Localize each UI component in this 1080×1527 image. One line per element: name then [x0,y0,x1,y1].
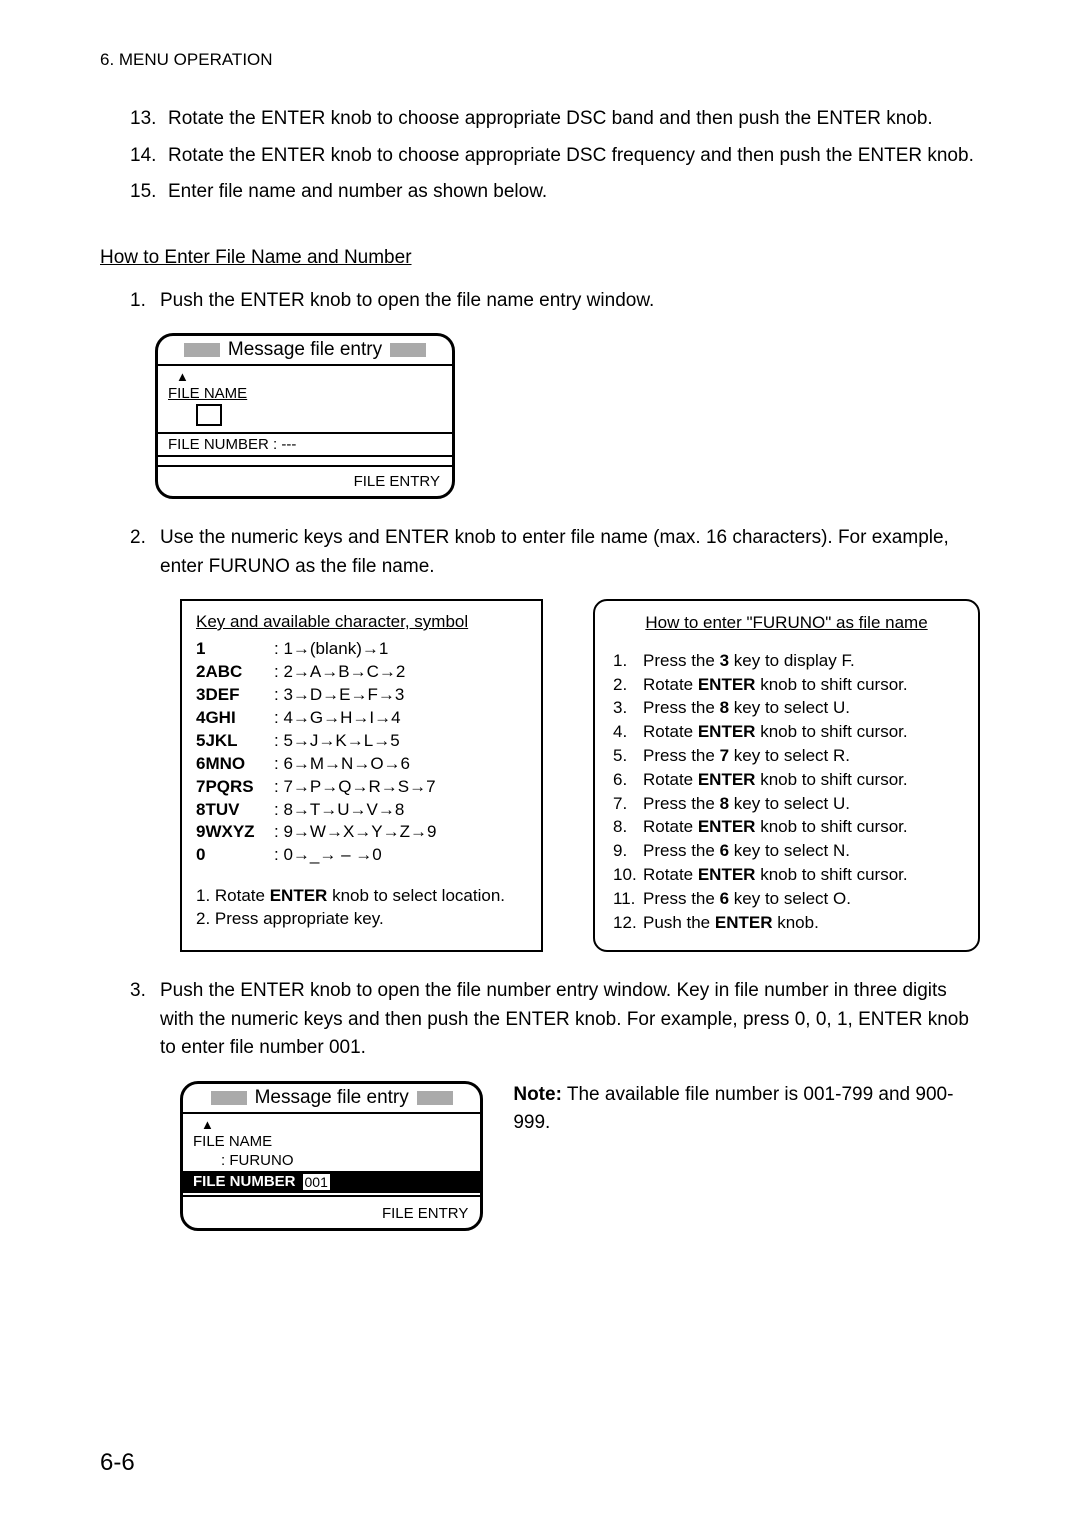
sub-step-number: 2. [130,524,160,581]
page-number: 6-6 [100,1449,135,1477]
sub-step-1: 1. Push the ENTER knob to open the file … [130,287,980,316]
lcd-title: Message file entry [255,1087,409,1109]
key-box-header: Key and available character, symbol [196,611,527,634]
file-number-value: 001 [302,1173,331,1191]
key-row-9: 9WXYZ: 9→W→X→Y→Z→9 [196,821,527,844]
lcd-title-bar: Message file entry [158,336,452,366]
up-arrow-icon: ▲ [168,370,442,383]
key-row-8: 8TUV: 8→T→U→V→8 [196,799,527,822]
howto-step: 12.Push the ENTER knob. [613,911,960,935]
key-box-notes: 1. Rotate ENTER knob to select location.… [196,885,527,931]
step-15: 15. Enter file name and number as shown … [130,178,980,207]
step-number: 13. [130,105,168,134]
title-bar-decoration-left [184,343,220,357]
sub-step-number: 1. [130,287,160,316]
title-bar-decoration-right [390,343,426,357]
up-arrow-icon: ▲ [193,1118,470,1131]
sub-step-3: 3. Push the ENTER knob to open the file … [130,977,980,1063]
file-number-row: FILE NUMBER 001 [183,1171,480,1193]
howto-step: 10.Rotate ENTER knob to shift cursor. [613,863,960,887]
step-text: Rotate the ENTER knob to choose appropri… [168,142,980,171]
key-row-2: 2ABC: 2→A→B→C→2 [196,661,527,684]
lcd-title: Message file entry [228,339,382,361]
step-14: 14. Rotate the ENTER knob to choose appr… [130,142,980,171]
key-row-3: 3DEF: 3→D→E→F→3 [196,684,527,707]
step-number: 14. [130,142,168,171]
howto-step: 5.Press the 7 key to select R. [613,744,960,768]
sub-step-text: Push the ENTER knob to open the file nam… [160,287,980,316]
key-row-4: 4GHI: 4→G→H→I→4 [196,707,527,730]
sub-steps: 1. Push the ENTER knob to open the file … [130,287,980,1231]
key-row-7: 7PQRS: 7→P→Q→R→S→7 [196,776,527,799]
howto-step: 2.Rotate ENTER knob to shift cursor. [613,673,960,697]
lcd-screen-2: Message file entry ▲ FILE NAME : FURUNO … [180,1081,483,1231]
file-number-note: Note: The available file number is 001-7… [513,1081,980,1138]
howto-step: 7.Press the 8 key to select U. [613,792,960,816]
step-number: 15. [130,178,168,207]
lcd-screen-1: Message file entry ▲ FILE NAME FILE NUMB… [155,333,455,499]
section-header: 6. MENU OPERATION [100,50,980,70]
subsection-title: How to Enter File Name and Number [100,247,980,269]
file-entry-label: FILE ENTRY [158,469,452,496]
file-name-label: FILE NAME [168,385,442,402]
step-text: Rotate the ENTER knob to choose appropri… [168,105,980,134]
howto-step: 6.Rotate ENTER knob to shift cursor. [613,768,960,792]
key-character-box: Key and available character, symbol 1: 1… [180,599,543,952]
howto-step: 4.Rotate ENTER knob to shift cursor. [613,720,960,744]
howto-step: 1.Press the 3 key to display F. [613,649,960,673]
step-text: Enter file name and number as shown belo… [168,178,980,207]
file-name-label: FILE NAME [193,1133,470,1150]
key-row-5: 5JKL: 5→J→K→L→5 [196,730,527,753]
main-steps: 13. Rotate the ENTER knob to choose appr… [130,105,980,207]
title-bar-decoration-left [211,1091,247,1105]
howto-step: 3.Press the 8 key to select U. [613,696,960,720]
file-name-value: : FURUNO [193,1152,470,1169]
howto-step: 11.Press the 6 key to select O. [613,887,960,911]
howto-step: 8.Rotate ENTER knob to shift cursor. [613,815,960,839]
two-column-info: Key and available character, symbol 1: 1… [180,599,980,952]
title-bar-decoration-right [417,1091,453,1105]
file-number-label: FILE NUMBER [193,1173,296,1190]
key-row-1: 1: 1→(blank)→1 [196,638,527,661]
file-name-input-box [196,404,222,426]
sub-step-number: 3. [130,977,160,1063]
sub-step-2: 2. Use the numeric keys and ENTER knob t… [130,524,980,581]
step3-row: Message file entry ▲ FILE NAME : FURUNO … [180,1081,980,1231]
howto-header: How to enter "FURUNO" as file name [613,611,960,635]
file-entry-label: FILE ENTRY [183,1201,480,1228]
key-row-6: 6MNO: 6→M→N→O→6 [196,753,527,776]
key-row-0: 0: 0→_→ – →0 [196,844,527,867]
file-number-label: FILE NUMBER : --- [168,436,442,453]
howto-step: 9.Press the 6 key to select N. [613,839,960,863]
lcd-title-bar: Message file entry [183,1084,480,1114]
sub-step-text: Use the numeric keys and ENTER knob to e… [160,524,980,581]
step-13: 13. Rotate the ENTER knob to choose appr… [130,105,980,134]
howto-furuno-box: How to enter "FURUNO" as file name 1.Pre… [593,599,980,952]
sub-step-text: Push the ENTER knob to open the file num… [160,977,980,1063]
